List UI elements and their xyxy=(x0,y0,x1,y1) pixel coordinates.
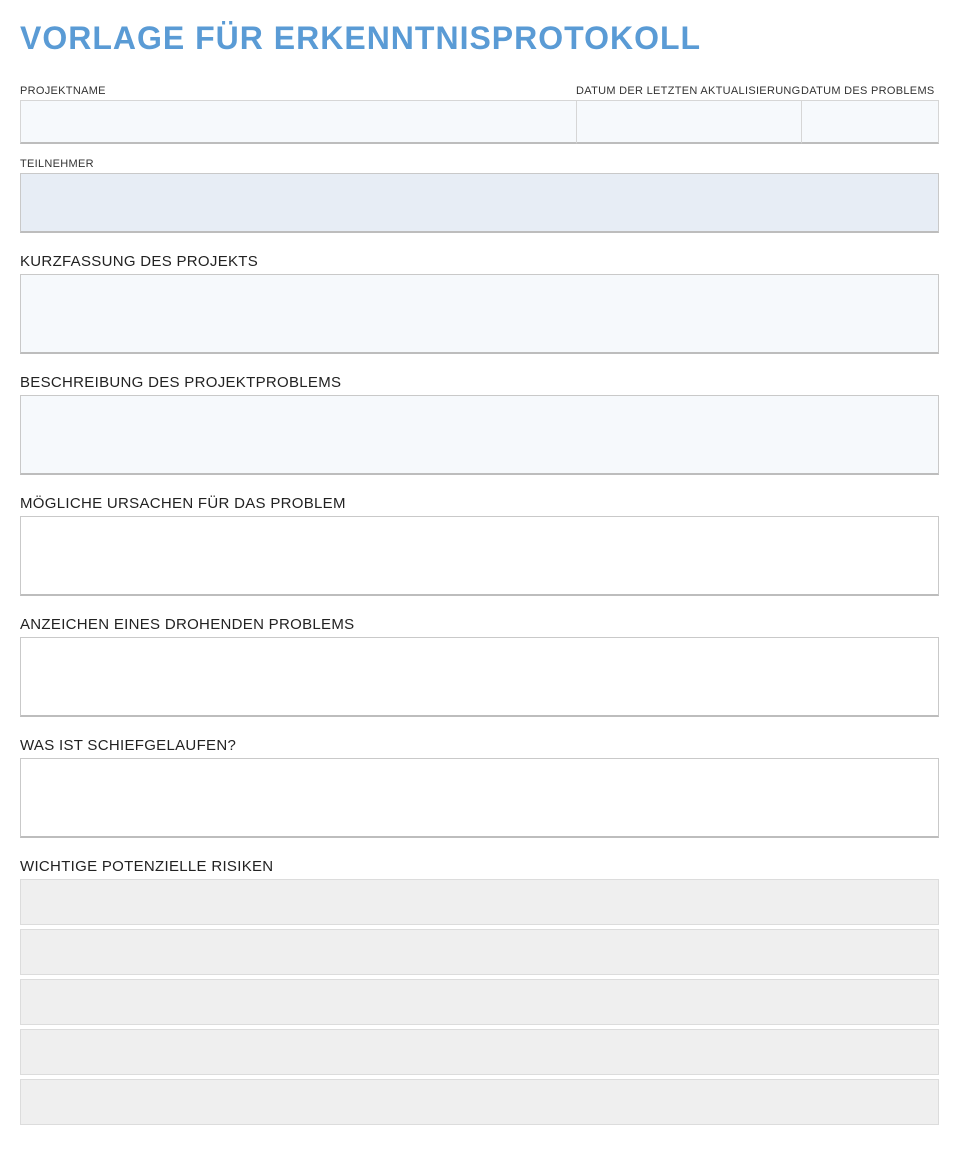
participants-input[interactable] xyxy=(20,173,939,233)
risks-label: WICHTIGE POTENZIELLE RISIKEN xyxy=(20,858,939,875)
document-title: VORLAGE FÜR ERKENNTNISPROTOKOLL xyxy=(20,20,939,57)
problem-date-label: DATUM DES PROBLEMS xyxy=(801,85,939,97)
last-update-cell: DATUM DER LETZTEN AKTUALISIERUNG xyxy=(576,85,801,144)
risk-row[interactable] xyxy=(20,979,939,1025)
possible-causes-label: MÖGLICHE URSACHEN FÜR DAS PROBLEM xyxy=(20,495,939,512)
project-name-cell: PROJEKTNAME xyxy=(20,85,576,144)
project-name-input[interactable] xyxy=(20,100,576,144)
problem-description-input[interactable] xyxy=(20,395,939,475)
problem-description-label: BESCHREIBUNG DES PROJEKTPROBLEMS xyxy=(20,374,939,391)
risk-row[interactable] xyxy=(20,1029,939,1075)
warning-signs-section: ANZEICHEN EINES DROHENDEN PROBLEMS xyxy=(20,616,939,717)
problem-date-input[interactable] xyxy=(801,100,939,144)
summary-input[interactable] xyxy=(20,274,939,354)
problem-description-section: BESCHREIBUNG DES PROJEKTPROBLEMS xyxy=(20,374,939,475)
possible-causes-input[interactable] xyxy=(20,516,939,596)
possible-causes-section: MÖGLICHE URSACHEN FÜR DAS PROBLEM xyxy=(20,495,939,596)
last-update-label: DATUM DER LETZTEN AKTUALISIERUNG xyxy=(576,85,801,97)
warning-signs-input[interactable] xyxy=(20,637,939,717)
risk-row[interactable] xyxy=(20,1079,939,1125)
what-went-wrong-input[interactable] xyxy=(20,758,939,838)
risks-table xyxy=(20,879,939,1125)
what-went-wrong-section: WAS IST SCHIEFGELAUFEN? xyxy=(20,737,939,838)
participants-section: TEILNEHMER xyxy=(20,158,939,233)
header-fields-row: PROJEKTNAME DATUM DER LETZTEN AKTUALISIE… xyxy=(20,85,939,144)
problem-date-cell: DATUM DES PROBLEMS xyxy=(801,85,939,144)
risk-row[interactable] xyxy=(20,929,939,975)
summary-section: KURZFASSUNG DES PROJEKTS xyxy=(20,253,939,354)
project-name-label: PROJEKTNAME xyxy=(20,85,576,97)
warning-signs-label: ANZEICHEN EINES DROHENDEN PROBLEMS xyxy=(20,616,939,633)
last-update-input[interactable] xyxy=(576,100,801,144)
what-went-wrong-label: WAS IST SCHIEFGELAUFEN? xyxy=(20,737,939,754)
risks-section: WICHTIGE POTENZIELLE RISIKEN xyxy=(20,858,939,1125)
risk-row[interactable] xyxy=(20,879,939,925)
participants-label: TEILNEHMER xyxy=(20,158,939,170)
summary-label: KURZFASSUNG DES PROJEKTS xyxy=(20,253,939,270)
